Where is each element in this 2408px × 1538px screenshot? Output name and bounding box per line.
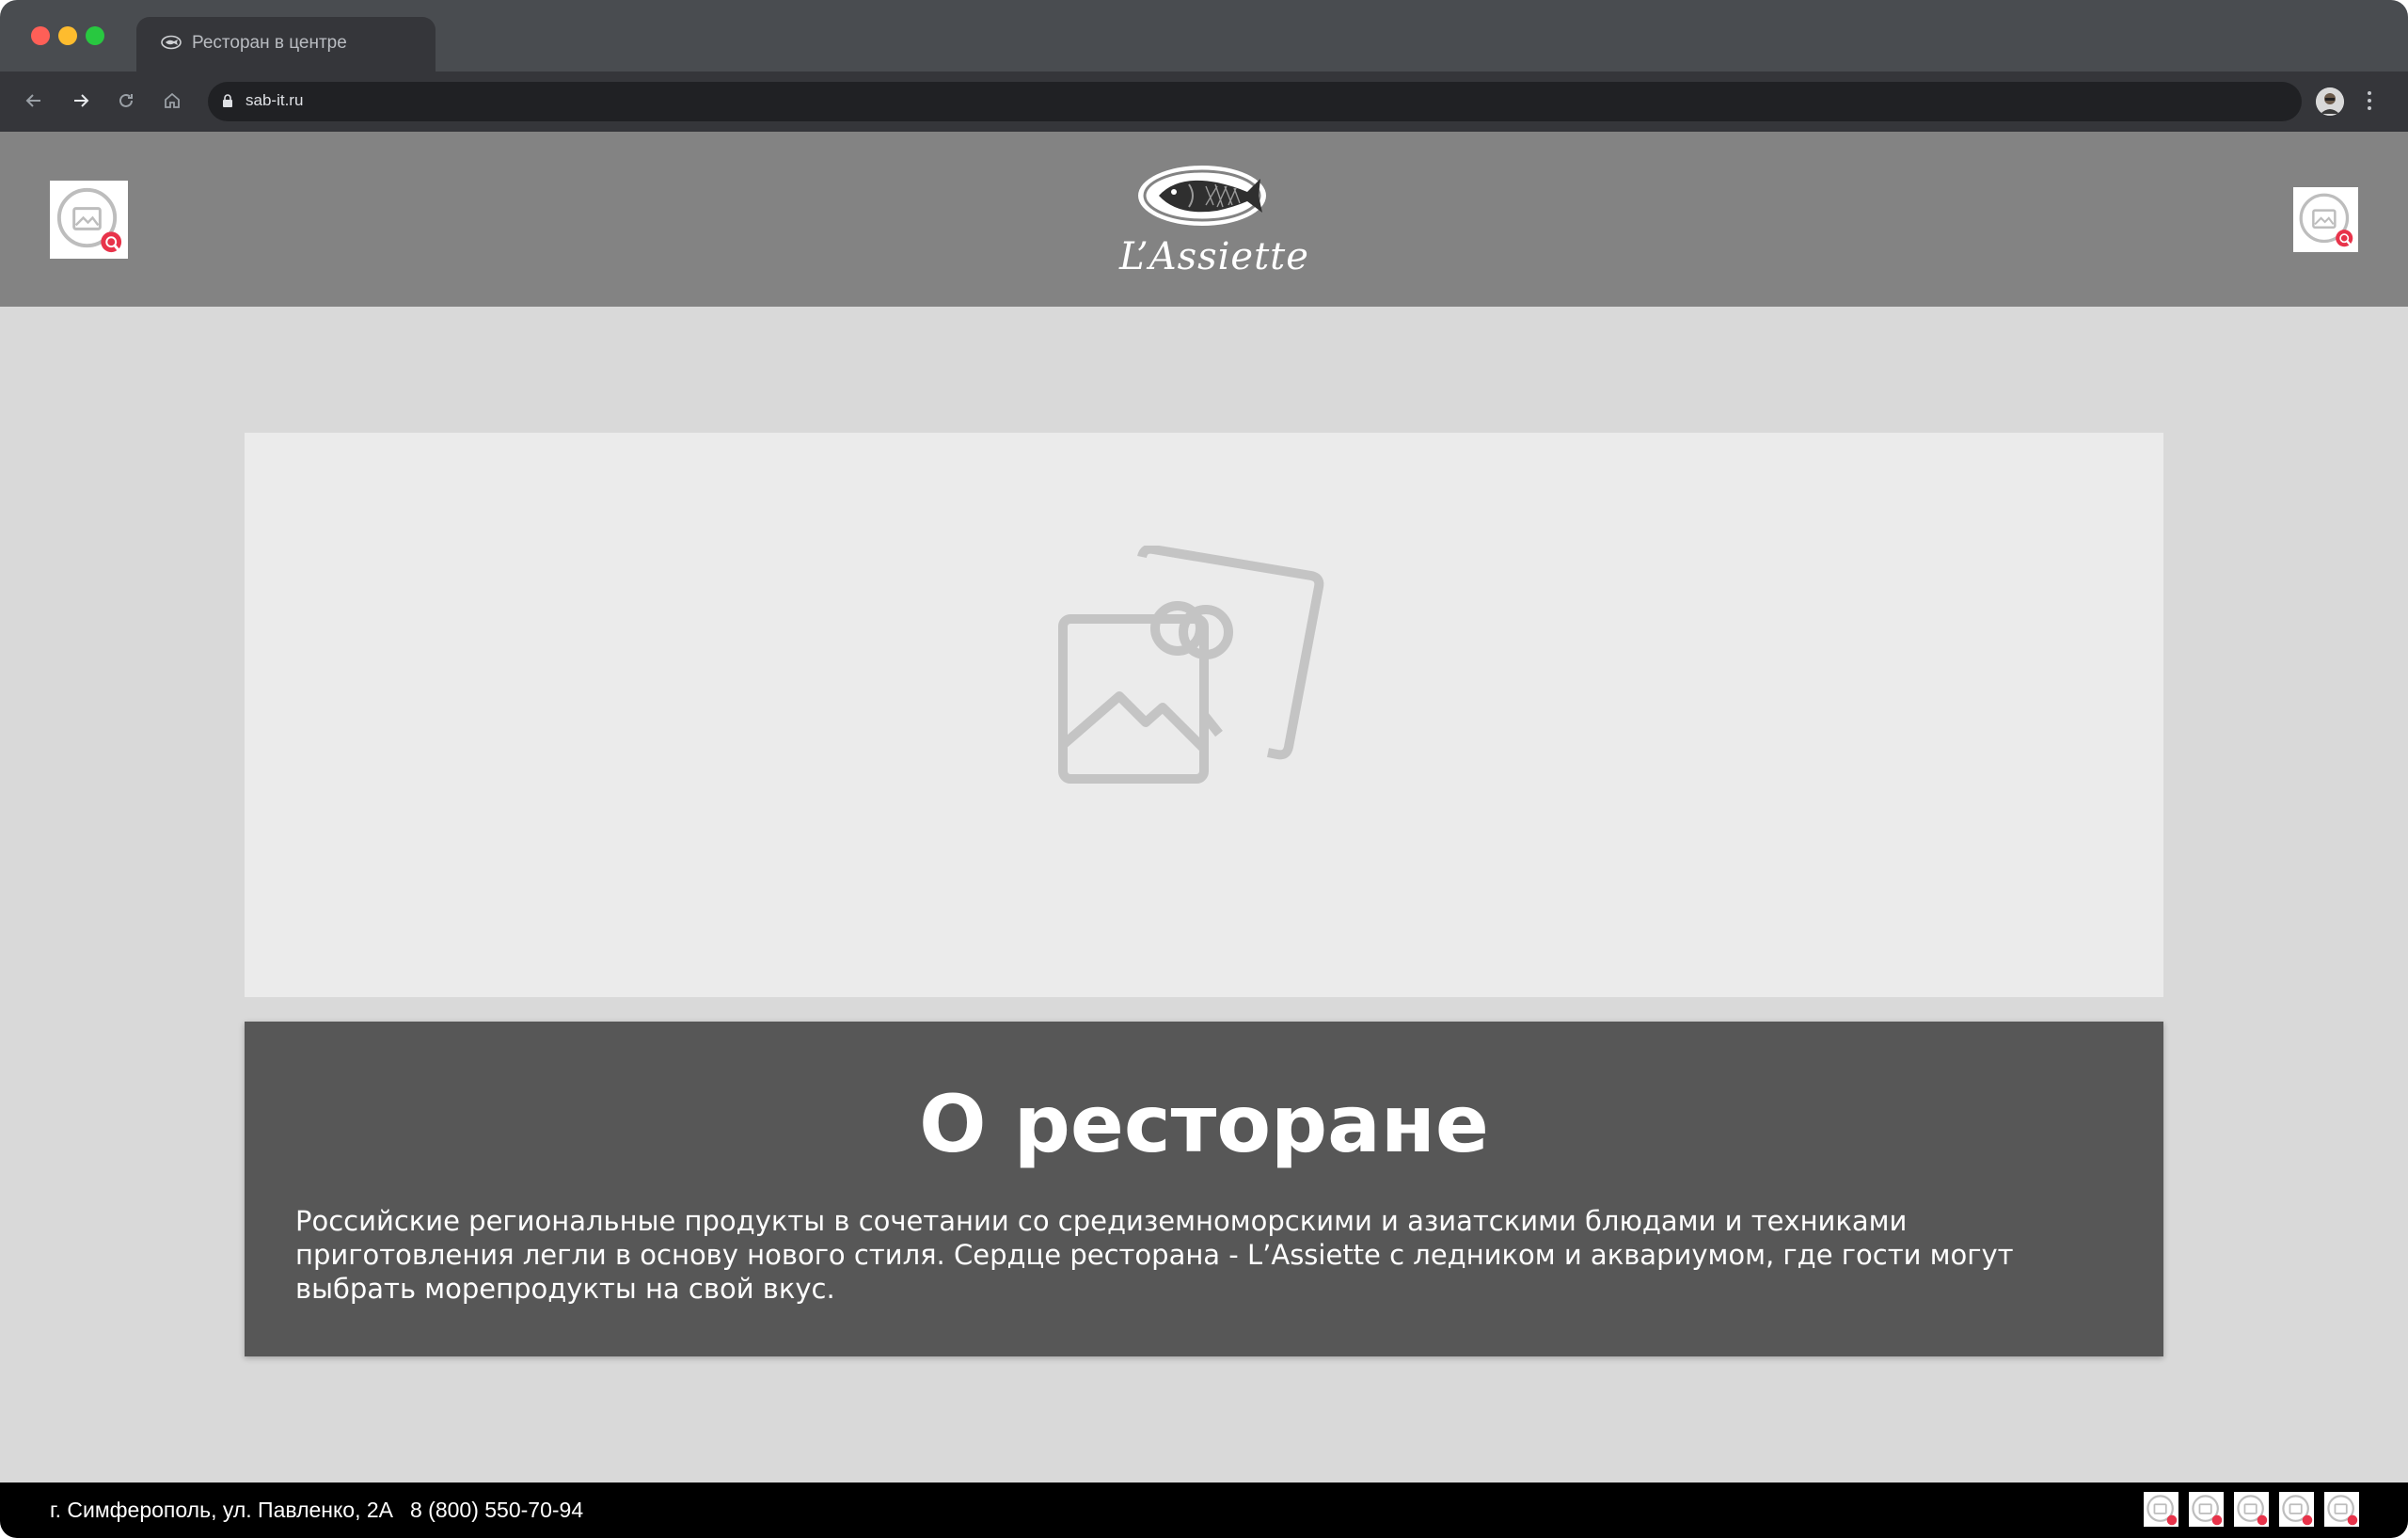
image-placeholder-icon <box>56 187 124 256</box>
fish-plate-icon <box>1138 166 1266 226</box>
social-image-placeholder-icon <box>2327 1495 2358 1526</box>
tab-title: Ресторан в центре <box>192 33 347 53</box>
reload-button[interactable] <box>112 87 140 115</box>
image-placeholder-icon <box>1058 546 1324 784</box>
social-link-1[interactable] <box>2144 1492 2178 1527</box>
address-bar[interactable]: sab-it.ru <box>208 82 2302 121</box>
site-logo[interactable]: L’Assiette <box>1119 158 1309 285</box>
close-window-button[interactable] <box>31 26 50 45</box>
url-text: sab-it.ru <box>246 91 304 109</box>
image-placeholder-icon <box>2299 193 2355 250</box>
home-icon <box>165 92 180 108</box>
browser-tab[interactable]: Ресторан в центре <box>136 17 436 71</box>
profile-avatar[interactable] <box>2316 87 2344 116</box>
maximize-window-button[interactable] <box>86 26 104 45</box>
hero-image <box>245 433 2163 997</box>
profile-avatar-icon <box>2316 87 2344 116</box>
social-link-2[interactable] <box>2189 1492 2224 1527</box>
footer-address: г. Симферополь, ул. Павленко, 2А <box>50 1498 394 1522</box>
menu-dot <box>2368 106 2371 110</box>
about-card: О ресторане Российские региональные прод… <box>245 1022 2163 1356</box>
site-header: L’Assiette <box>0 132 2408 307</box>
social-image-placeholder-icon <box>2192 1495 2223 1526</box>
reload-icon <box>119 93 133 107</box>
fish-favicon-icon <box>161 35 182 50</box>
about-title: О ресторане <box>919 1078 1489 1170</box>
header-left-image[interactable] <box>50 181 128 259</box>
social-link-5[interactable] <box>2324 1492 2359 1527</box>
social-image-placeholder-icon <box>2147 1495 2178 1526</box>
header-right-image[interactable] <box>2293 187 2358 252</box>
back-icon <box>25 94 40 107</box>
social-image-placeholder-icon <box>2282 1495 2313 1526</box>
browser-toolbar: sab-it.ru <box>0 71 2408 132</box>
back-button[interactable] <box>20 87 48 115</box>
social-image-placeholder-icon <box>2237 1495 2268 1526</box>
about-text: Российские региональные продукты в сочет… <box>295 1205 2014 1305</box>
menu-dot <box>2368 91 2371 95</box>
social-link-3[interactable] <box>2234 1492 2269 1527</box>
logo-text: L’Assiette <box>1119 235 1309 278</box>
social-link-4[interactable] <box>2279 1492 2314 1527</box>
site-footer: г. Симферополь, ул. Павленко, 2А 8 (800)… <box>0 1483 2408 1538</box>
menu-dot <box>2368 99 2371 103</box>
browser-window: Ресторан в центре sab-it.ru L’Assiette О… <box>0 0 2408 1538</box>
lock-icon <box>223 94 232 107</box>
footer-phone[interactable]: 8 (800) 550-70-94 <box>410 1498 583 1523</box>
tab-bar: Ресторан в центре <box>0 0 2408 71</box>
browser-menu-button[interactable] <box>2361 87 2378 115</box>
minimize-window-button[interactable] <box>58 26 77 45</box>
forward-icon <box>74 94 89 107</box>
forward-button[interactable] <box>67 87 95 115</box>
home-button[interactable] <box>158 87 186 115</box>
